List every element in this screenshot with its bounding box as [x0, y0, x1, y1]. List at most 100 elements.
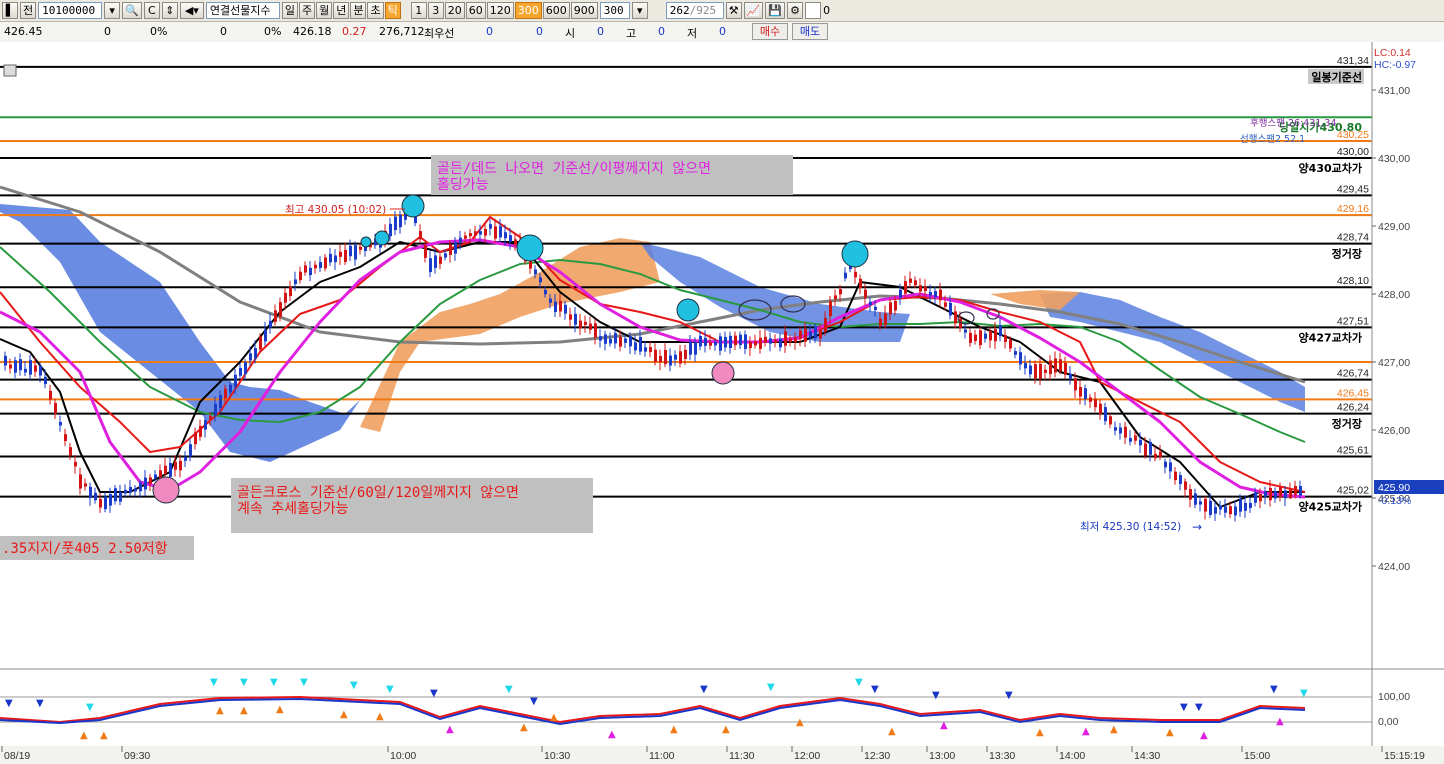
- quote-low-label: 저: [687, 27, 698, 40]
- checkbox[interactable]: [805, 2, 822, 19]
- interval-button-3[interactable]: 3: [427, 2, 444, 19]
- signal-circle: [711, 361, 735, 385]
- candle-body: [574, 313, 577, 325]
- code-input[interactable]: 10100000: [38, 2, 103, 19]
- candle-body: [24, 368, 27, 373]
- candle-body: [1069, 373, 1072, 379]
- quote-change: 0.27: [342, 25, 367, 38]
- price-tick-label: 428,00: [1378, 289, 1410, 301]
- candle-body: [1174, 471, 1177, 481]
- time-label: 12:30: [864, 750, 890, 762]
- tools-icon[interactable]: ⚒: [725, 2, 742, 19]
- quote-open-label: 시: [565, 27, 576, 40]
- interval-button-60[interactable]: 60: [465, 2, 486, 19]
- signal-circle: [374, 230, 390, 246]
- candle-body: [1249, 502, 1252, 508]
- candle-body: [919, 285, 922, 292]
- candle-body: [754, 341, 757, 346]
- period-button-월[interactable]: 월: [316, 2, 333, 19]
- candle-body: [329, 253, 332, 263]
- candle-body: [1264, 491, 1267, 497]
- quote-pct1: 0%: [150, 25, 168, 38]
- settings-icon[interactable]: ⚙: [787, 2, 804, 19]
- instrument-field[interactable]: 연결선물지수: [205, 2, 280, 19]
- candle-body: [1239, 498, 1242, 512]
- candle-body: [394, 216, 397, 231]
- period-button-주[interactable]: 주: [298, 2, 316, 19]
- candle-body: [1064, 362, 1067, 375]
- level-tag: 430,00: [1337, 146, 1369, 158]
- osc-arrow: ▼: [210, 677, 218, 688]
- save-icon[interactable]: 💾: [765, 2, 786, 19]
- current-price-tag: 425.90: [1378, 482, 1410, 494]
- osc-arrow: ▲: [240, 705, 248, 716]
- candle-body: [909, 278, 912, 283]
- candle-body: [54, 402, 57, 414]
- candle-body: [1184, 481, 1187, 490]
- interval-dropdown-icon[interactable]: ▾: [631, 2, 648, 19]
- level-tag: 425,02: [1337, 485, 1369, 497]
- osc-arrow: ▼: [1195, 702, 1203, 713]
- interval-button-20[interactable]: 20: [444, 2, 465, 19]
- quote-bar: 426.45 0 0% 0 0% 426.18 0.27 276,712 최우선…: [0, 22, 1444, 43]
- period-button-일[interactable]: 일: [281, 2, 298, 19]
- count-field[interactable]: 262/925: [665, 2, 724, 19]
- link-icon[interactable]: C: [143, 2, 160, 19]
- time-label: 13:30: [989, 750, 1015, 762]
- code-dropdown-icon[interactable]: ▾: [104, 2, 121, 19]
- interval-button-120[interactable]: 120: [486, 2, 514, 19]
- candle-body: [269, 320, 272, 328]
- candle-body: [844, 272, 847, 279]
- candle-body: [924, 286, 927, 292]
- candle-body: [944, 302, 947, 307]
- sell-button[interactable]: 매도: [792, 23, 828, 40]
- interval-button-300[interactable]: 300: [514, 2, 542, 19]
- mode-button[interactable]: 전: [20, 2, 37, 19]
- chart-type-icon[interactable]: 📈: [743, 2, 764, 19]
- legend-text: 선행스팬2 52.1: [1240, 133, 1305, 145]
- candle-body: [549, 298, 552, 303]
- sound-icon[interactable]: ◀▾: [179, 2, 204, 19]
- interval-button-600[interactable]: 600: [542, 2, 570, 19]
- candle-body: [594, 323, 597, 338]
- buy-button[interactable]: 매수: [752, 23, 788, 40]
- candle-body: [489, 224, 492, 229]
- candle-body: [1084, 388, 1087, 399]
- candle-body: [1179, 475, 1182, 484]
- interval-button-900[interactable]: 900: [570, 2, 598, 19]
- osc-label-0: 0,00: [1378, 716, 1399, 728]
- price-chart[interactable]: 골든/데드 나오면 기준선/이평께지지 않으면홀딩가능골든크로스 기준선/60일…: [0, 42, 1444, 764]
- menu-icon[interactable]: ▌: [2, 2, 18, 19]
- candle-body: [69, 447, 72, 456]
- candle-body: [74, 461, 77, 467]
- time-axis-bg: [0, 746, 1444, 764]
- time-label: 10:30: [544, 750, 570, 762]
- candle-body: [739, 334, 742, 346]
- interval-input[interactable]: 300: [599, 2, 630, 19]
- osc-arrow: ▲: [796, 717, 804, 728]
- interval-button-1[interactable]: 1: [410, 2, 427, 19]
- candle-body: [679, 351, 682, 364]
- time-label: 11:00: [649, 750, 675, 762]
- period-button-틱[interactable]: 틱: [384, 2, 401, 19]
- osc-arrow: ▲: [276, 704, 284, 715]
- candle-body: [94, 492, 97, 501]
- osc-arrow: ▼: [430, 688, 438, 699]
- candle-body: [284, 292, 287, 303]
- candle-body: [479, 231, 482, 235]
- period-button-분[interactable]: 분: [350, 2, 367, 19]
- candle-body: [1274, 491, 1277, 499]
- candle-body: [799, 330, 802, 339]
- candle-body: [1229, 506, 1232, 515]
- period-button-년[interactable]: 년: [333, 2, 350, 19]
- quote-v2: 0: [220, 25, 227, 38]
- candle-body: [1214, 506, 1217, 514]
- candle-body: [604, 334, 607, 344]
- spinner-icon[interactable]: ⇕: [161, 2, 178, 19]
- candle-body: [514, 239, 517, 245]
- candle-body: [984, 333, 987, 339]
- search-icon[interactable]: 🔍: [122, 2, 142, 19]
- candle-body: [1059, 359, 1062, 372]
- period-button-초[interactable]: 초: [367, 2, 384, 19]
- osc-arrow: ▼: [5, 698, 13, 709]
